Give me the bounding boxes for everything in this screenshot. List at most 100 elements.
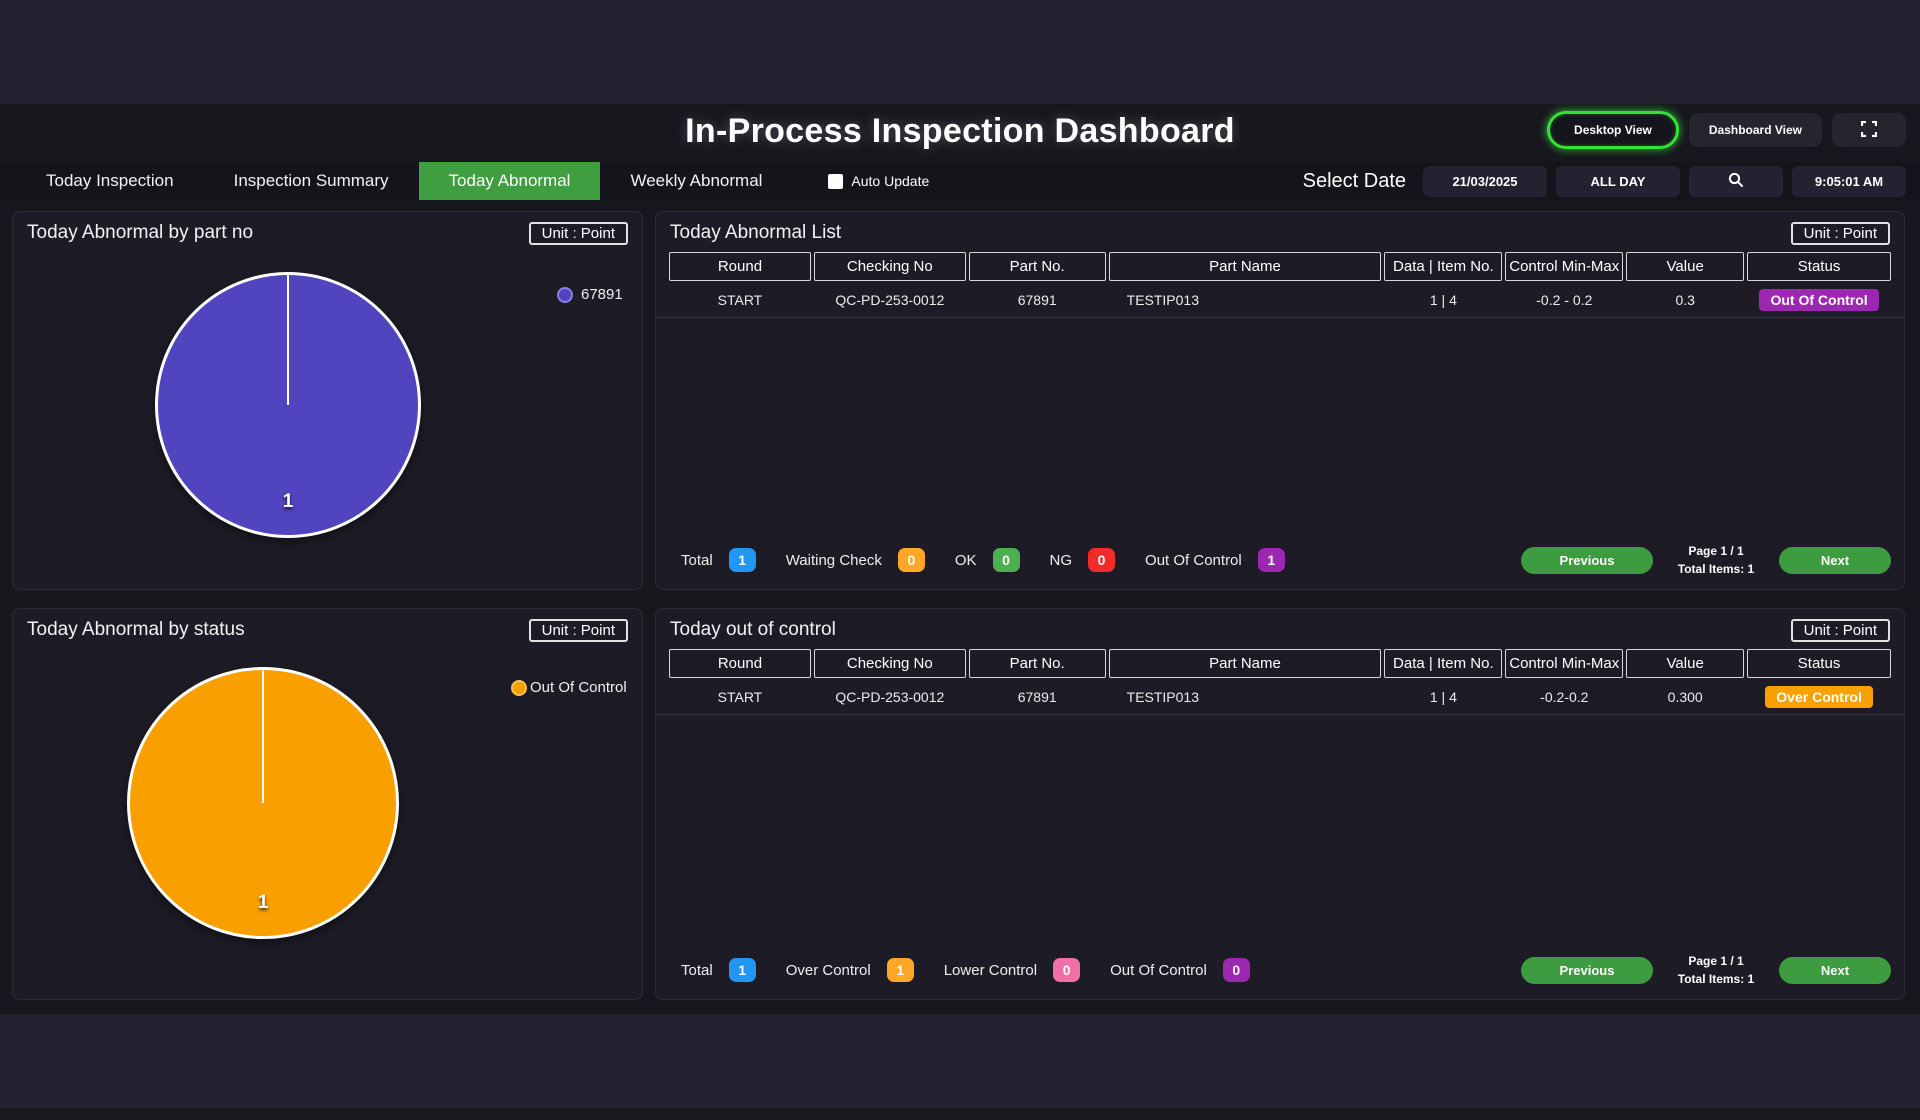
date-picker[interactable]: 21/03/2025: [1423, 165, 1547, 197]
column-status: Status: [1747, 252, 1891, 281]
cell-control-min-max: -0.2-0.2: [1540, 689, 1589, 705]
cell-part-name: TESTIP013: [1126, 292, 1200, 308]
search-button[interactable]: [1689, 165, 1783, 197]
table-header-row: Round Checking No Part No. Part Name Dat…: [656, 649, 1904, 678]
page-number: Page 1 / 1: [1688, 543, 1744, 558]
column-control-min-max: Control Min-Max: [1505, 252, 1624, 281]
total-items: Total Items: 1: [1677, 972, 1755, 987]
status-summary: Total 1 Waiting Check 0 OK 0 NG 0 Out Of…: [681, 548, 1285, 573]
pie-slice-value: 1: [257, 892, 269, 913]
column-part-name: Part Name: [1108, 649, 1382, 678]
bottom-bar: [0, 1108, 1920, 1120]
cell-round: START: [717, 292, 763, 308]
unit-badge: Unit : Point: [1790, 222, 1890, 245]
summary-count-total: 1: [728, 548, 756, 573]
page-info: Page 1 / 1 Total Items: 1: [1673, 542, 1759, 579]
summary-count-lower-control: 0: [1053, 958, 1081, 983]
status-badge-out-of-control: Out Of Control: [1759, 289, 1879, 311]
select-date-label: Select Date: [1302, 169, 1406, 192]
fullscreen-button[interactable]: [1832, 113, 1906, 147]
cell-checking-no: QC-PD-253-0012: [835, 689, 945, 705]
pie-legend-status[interactable]: Out Of Control: [511, 679, 627, 696]
total-items: Total Items: 1: [1677, 562, 1755, 577]
cell-value: 0.300: [1667, 689, 1703, 705]
day-range-select[interactable]: ALL DAY: [1556, 165, 1680, 197]
summary-count-ng: 0: [1088, 548, 1116, 573]
previous-button[interactable]: Previous: [1521, 956, 1653, 984]
unit-badge: Unit : Point: [528, 619, 628, 642]
tab-weekly-abnormal[interactable]: Weekly Abnormal: [600, 162, 792, 200]
summary-count-ok: 0: [992, 548, 1020, 573]
status-summary: Total 1 Over Control 1 Lower Control 0 O…: [681, 958, 1250, 983]
cell-data-item-no: 1 | 4: [1429, 689, 1457, 705]
column-part-no: Part No.: [968, 649, 1106, 678]
summary-label-total: Total: [681, 551, 713, 569]
cell-status: Over Control: [1747, 686, 1891, 708]
column-value: Value: [1626, 252, 1745, 281]
title-bar: In-Process Inspection Dashboard Desktop …: [0, 104, 1920, 162]
tab-inspection-summary[interactable]: Inspection Summary: [204, 162, 419, 200]
page-number: Page 1 / 1: [1688, 953, 1744, 968]
summary-label-over-control: Over Control: [785, 961, 871, 979]
cell-part-no: 67891: [1017, 689, 1057, 705]
cell-status: Out Of Control: [1747, 289, 1891, 311]
column-round: Round: [669, 252, 811, 281]
panel-title: Today Abnormal by status: [27, 619, 245, 640]
nav-bar: Today Inspection Inspection Summary Toda…: [0, 162, 1920, 200]
pie-legend-part-no[interactable]: 67891: [557, 286, 623, 303]
cell-round: START: [717, 689, 763, 705]
panel-abnormal-by-status: Today Abnormal by status Unit : Point 1 …: [12, 608, 643, 1000]
search-icon: [1728, 172, 1744, 191]
column-round: Round: [669, 649, 811, 678]
table-header-row: Round Checking No Part No. Part Name Dat…: [656, 252, 1904, 281]
pie-chart-part-no[interactable]: 1: [155, 272, 421, 538]
column-value: Value: [1626, 649, 1745, 678]
panel-title: Today Abnormal List: [670, 222, 842, 243]
legend-label: Out Of Control: [530, 679, 627, 696]
panel-today-out-of-control: Today out of control Unit : Point Round …: [655, 608, 1905, 1000]
table-footer: Total 1 Waiting Check 0 OK 0 NG 0 Out Of…: [669, 542, 1891, 579]
next-button[interactable]: Next: [1779, 956, 1891, 984]
cell-data-item-no: 1 | 4: [1429, 292, 1457, 308]
pagination: Previous Page 1 / 1 Total Items: 1 Next: [1521, 952, 1891, 989]
table-row[interactable]: START QC-PD-253-0012 67891 TESTIP013 1 |…: [656, 286, 1904, 314]
cell-part-no: 67891: [1017, 292, 1057, 308]
pie-slice-value: 1: [282, 491, 294, 512]
auto-update-control: Auto Update: [828, 173, 929, 189]
auto-update-checkbox[interactable]: [828, 173, 844, 189]
previous-button[interactable]: Previous: [1521, 546, 1653, 574]
pie-chart-status[interactable]: 1: [127, 667, 399, 939]
legend-dot-purple: [557, 286, 573, 303]
desktop-view-button[interactable]: Desktop View: [1547, 111, 1679, 149]
cell-part-name: TESTIP013: [1126, 689, 1200, 705]
date-controls: Select Date 21/03/2025 ALL DAY 9:05:01 A…: [1302, 165, 1906, 197]
unit-badge: Unit : Point: [528, 222, 628, 245]
column-part-name: Part Name: [1108, 252, 1382, 281]
pagination: Previous Page 1 / 1 Total Items: 1 Next: [1521, 542, 1891, 579]
panel-title: Today out of control: [670, 619, 836, 640]
summary-label-total: Total: [681, 961, 713, 979]
dashboard-view-button[interactable]: Dashboard View: [1688, 113, 1822, 147]
panel-today-abnormal-list: Today Abnormal List Unit : Point Round C…: [655, 211, 1905, 590]
app-container: In-Process Inspection Dashboard Desktop …: [0, 104, 1920, 1014]
unit-badge: Unit : Point: [1790, 619, 1890, 642]
cell-control-min-max: -0.2 - 0.2: [1536, 292, 1593, 308]
summary-count-waiting-check: 0: [897, 548, 925, 573]
row-separator: [656, 714, 1904, 715]
pie-slice-divider: [262, 670, 264, 803]
auto-update-label: Auto Update: [851, 173, 930, 189]
fullscreen-icon: [1860, 120, 1878, 140]
tab-today-abnormal[interactable]: Today Abnormal: [418, 162, 601, 200]
pie-slice-divider: [287, 275, 289, 405]
summary-label-ng: NG: [1049, 551, 1073, 569]
dashboard-page: In-Process Inspection Dashboard Desktop …: [0, 0, 1920, 1120]
summary-count-total: 1: [728, 958, 756, 983]
table-row[interactable]: START QC-PD-253-0012 67891 TESTIP013 1 |…: [656, 683, 1904, 711]
tab-today-inspection[interactable]: Today Inspection: [16, 162, 204, 200]
next-button[interactable]: Next: [1779, 546, 1891, 574]
column-part-no: Part No.: [968, 252, 1106, 281]
view-buttons: Desktop View Dashboard View: [1547, 111, 1906, 149]
summary-label-out-of-control: Out Of Control: [1145, 551, 1242, 569]
summary-count-out-of-control: 0: [1222, 958, 1250, 983]
row-separator: [656, 317, 1904, 318]
